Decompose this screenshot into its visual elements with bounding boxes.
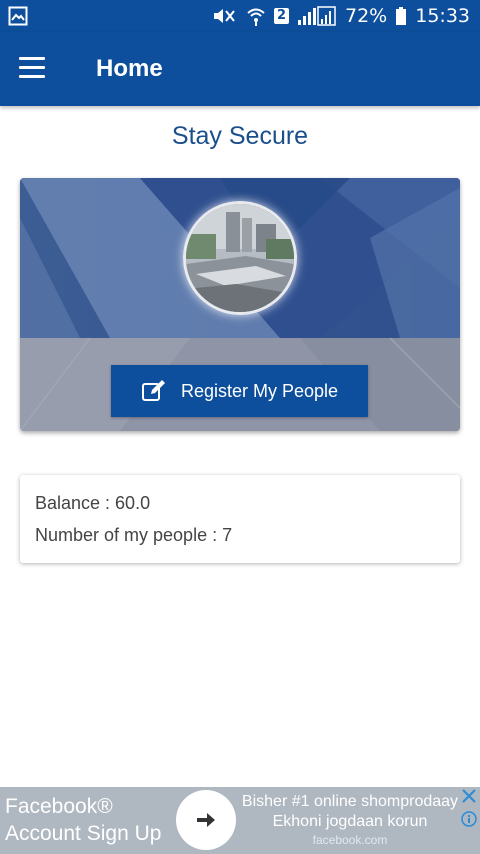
arrow-right-icon: [197, 813, 215, 827]
ad-arrow-button[interactable]: [176, 790, 236, 850]
avatar: [183, 201, 297, 315]
ad-title-line1: Facebook®: [5, 795, 113, 818]
status-bar: 2 72% 15:33: [0, 0, 480, 32]
signal-icon: [298, 6, 336, 26]
ad-domain: facebook.com: [312, 833, 388, 847]
battery-percent: 72%: [345, 5, 388, 27]
status-icons: 2 72% 15:33: [212, 0, 470, 32]
banner-card: Register My People: [20, 178, 460, 431]
ad-title-line2: Account Sign Up: [5, 822, 162, 845]
ad-title[interactable]: Facebook® Account Sign Up: [5, 793, 185, 847]
gallery-icon: [8, 6, 28, 26]
close-icon[interactable]: [461, 788, 477, 804]
section-heading: Stay Secure: [171, 122, 309, 150]
mute-icon: [213, 9, 235, 23]
wifi-icon: [247, 8, 265, 26]
info-icon[interactable]: [461, 811, 477, 827]
page-title: Home: [96, 55, 163, 82]
menu-icon[interactable]: [19, 57, 45, 79]
balance-text: Balance : 60.0: [35, 493, 151, 513]
status-time: 15:33: [415, 5, 470, 27]
battery-icon: [396, 7, 407, 25]
info-card: Balance : 60.0 Number of my people : 7: [20, 475, 460, 563]
register-button-label: Register My People: [180, 380, 339, 401]
people-count-text: Number of my people : 7: [35, 525, 233, 545]
ad-line1: Bisher #1 online shomprodaay: [241, 793, 459, 810]
app-bar: Home: [0, 32, 480, 106]
sim-badge: 2: [273, 8, 289, 24]
ad-banner[interactable]: Facebook® Account Sign Up Bisher #1 onli…: [0, 787, 480, 854]
ad-description[interactable]: Bisher #1 online shomprodaay Ekhoni jogd…: [240, 792, 460, 848]
edit-icon: [141, 380, 165, 401]
avatar-photo: [186, 204, 294, 312]
register-my-people-button[interactable]: Register My People: [111, 365, 368, 417]
ad-line2: Ekhoni jogdaan korun: [272, 813, 428, 830]
